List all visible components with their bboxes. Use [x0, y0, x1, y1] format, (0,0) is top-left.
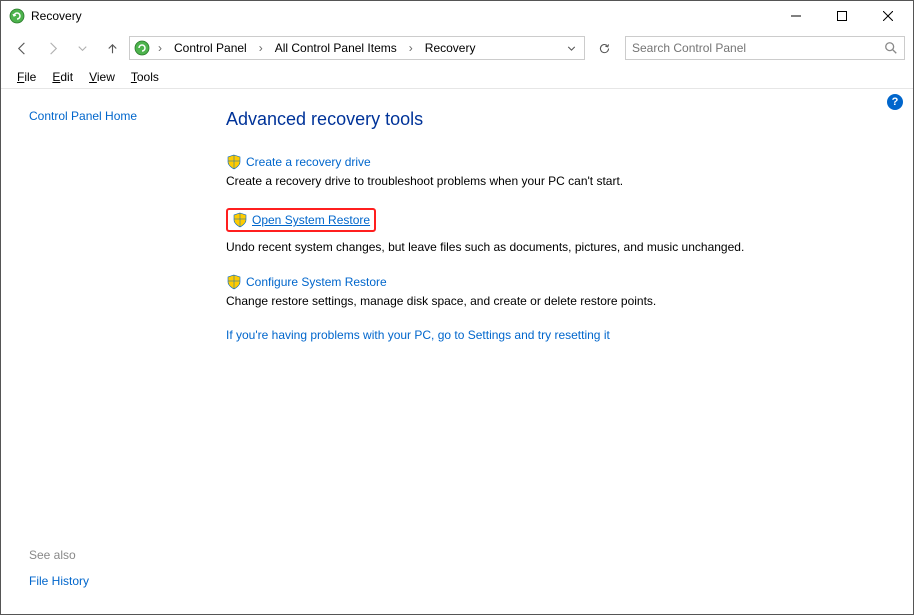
chevron-right-icon[interactable]: ›	[255, 41, 267, 55]
configure-system-restore-link[interactable]: Configure System Restore	[246, 275, 387, 289]
titlebar: Recovery	[1, 1, 913, 31]
search-icon[interactable]	[884, 41, 898, 55]
menu-file[interactable]: File	[11, 68, 42, 86]
chevron-right-icon[interactable]: ›	[405, 41, 417, 55]
chevron-right-icon[interactable]: ›	[154, 41, 166, 55]
file-history-link[interactable]: File History	[29, 574, 214, 588]
close-button[interactable]	[865, 1, 911, 31]
open-system-restore-link[interactable]: Open System Restore	[252, 213, 370, 227]
configure-system-restore-desc: Change restore settings, manage disk spa…	[226, 294, 893, 308]
create-recovery-drive-desc: Create a recovery drive to troubleshoot …	[226, 174, 893, 188]
tool-create-recovery-drive: Create a recovery drive Create a recover…	[226, 154, 893, 188]
search-box[interactable]	[625, 36, 905, 60]
tool-configure-system-restore: Configure System Restore Change restore …	[226, 274, 893, 308]
breadcrumb-recovery[interactable]: Recovery	[419, 39, 482, 57]
shield-icon	[232, 212, 248, 228]
window-title: Recovery	[31, 9, 82, 23]
menu-tools[interactable]: Tools	[125, 68, 165, 86]
forward-button[interactable]	[39, 35, 65, 61]
menu-bar: File Edit View Tools	[1, 65, 913, 89]
menu-view[interactable]: View	[83, 68, 121, 86]
address-bar[interactable]: › Control Panel › All Control Panel Item…	[129, 36, 585, 60]
search-input[interactable]	[632, 41, 884, 55]
window-controls	[773, 1, 911, 31]
refresh-button[interactable]	[593, 37, 615, 59]
minimize-button[interactable]	[773, 1, 819, 31]
control-panel-home-link[interactable]: Control Panel Home	[29, 109, 214, 123]
address-bar-icon	[134, 40, 150, 56]
main-panel: ? Advanced recovery tools Create a recov…	[226, 91, 913, 614]
address-dropdown-button[interactable]	[560, 37, 582, 59]
open-system-restore-desc: Undo recent system changes, but leave fi…	[226, 240, 893, 254]
shield-icon	[226, 154, 242, 170]
shield-icon	[226, 274, 242, 290]
back-button[interactable]	[9, 35, 35, 61]
maximize-button[interactable]	[819, 1, 865, 31]
up-button[interactable]	[99, 35, 125, 61]
breadcrumb-control-panel[interactable]: Control Panel	[168, 39, 253, 57]
recent-dropdown-icon[interactable]	[69, 35, 95, 61]
breadcrumb-all-items[interactable]: All Control Panel Items	[269, 39, 403, 57]
create-recovery-drive-link[interactable]: Create a recovery drive	[246, 155, 371, 169]
highlighted-selection: Open System Restore	[226, 208, 376, 232]
navigation-row: › Control Panel › All Control Panel Item…	[1, 31, 913, 65]
tool-open-system-restore: Open System Restore Undo recent system c…	[226, 208, 893, 254]
reset-pc-link[interactable]: If you're having problems with your PC, …	[226, 328, 893, 342]
see-also-label: See also	[29, 548, 214, 562]
page-heading: Advanced recovery tools	[226, 109, 893, 130]
recovery-app-icon	[9, 8, 25, 24]
content-area: Control Panel Home See also File History…	[1, 91, 913, 614]
help-icon[interactable]: ?	[887, 94, 903, 110]
menu-edit[interactable]: Edit	[46, 68, 79, 86]
sidebar: Control Panel Home See also File History	[1, 91, 226, 614]
